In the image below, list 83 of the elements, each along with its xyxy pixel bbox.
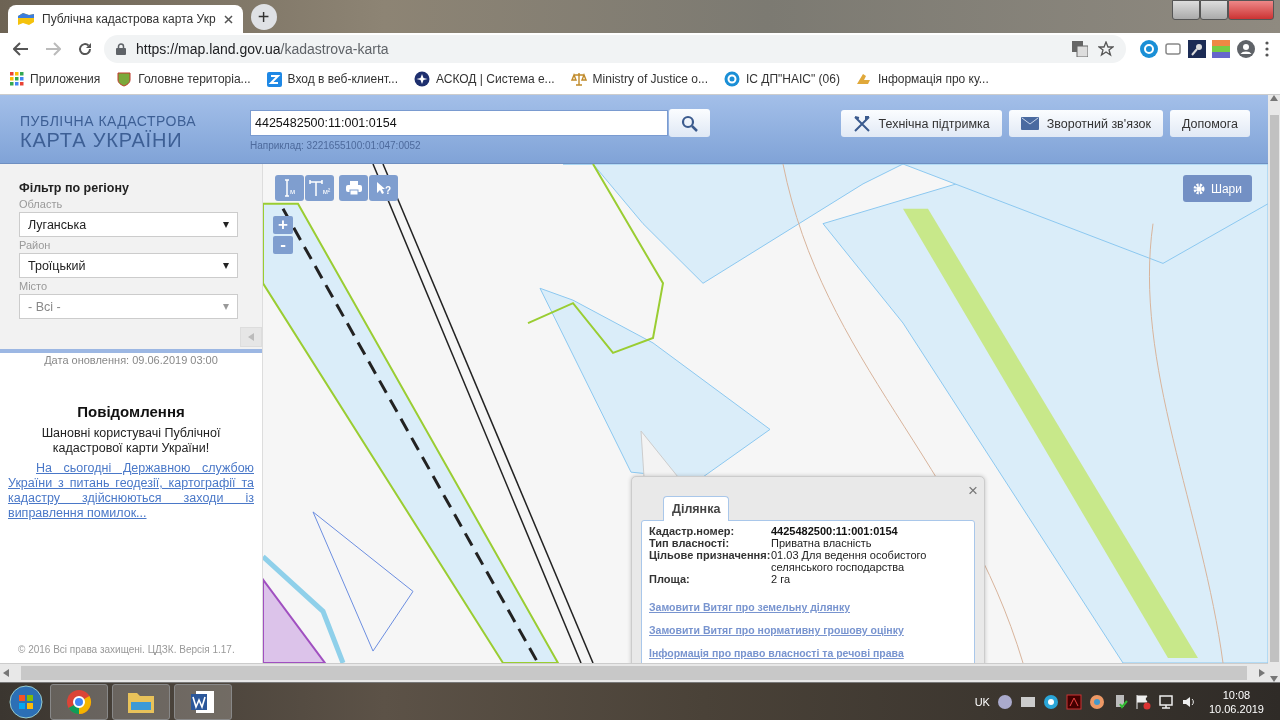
cursor-icon (375, 181, 385, 195)
notice-link[interactable]: На сьогодні Державною службою України з питань геодезії, картографії та кадастру здійснюються заходи із виправлення помилок... (8, 461, 254, 521)
area-ruler-icon (308, 179, 323, 197)
close-button[interactable]: × (968, 481, 978, 501)
taskbar-app[interactable] (174, 683, 232, 720)
map-icon (18, 13, 34, 25)
translate-icon[interactable] (1072, 40, 1088, 57)
new-tab-button[interactable]: + (250, 4, 277, 30)
tab-title: Публічна кадастрова карта Укр (42, 12, 216, 26)
field-value: 2 га (771, 573, 792, 585)
network-icon[interactable] (1157, 693, 1174, 710)
browser-tab[interactable]: Публічна кадастрова карта Укр (8, 5, 243, 33)
notice-text: Шановні користувачі Публічної кадастрової карти України! (40, 426, 222, 456)
bookmark-link[interactable]: Головне територіа... (138, 72, 251, 86)
update-date: Дата оновлення: 09.06.2019 03:00 (44, 354, 218, 366)
ruler-icon (283, 179, 290, 197)
popup-tab[interactable]: Ділянка (663, 496, 730, 521)
envelope-icon (1020, 117, 1039, 130)
profile-icon[interactable] (1236, 38, 1256, 59)
field-label: Цільове призначення: (649, 549, 771, 563)
logo-text: КАРТА УКРАЇНИ (20, 129, 184, 152)
extension-icon[interactable] (1188, 39, 1206, 58)
field-value: Приватна власність (771, 537, 873, 549)
logo-text: ПУБЛІЧНА КАДАСТРОВА (20, 113, 198, 129)
search-icon (681, 114, 698, 132)
document-icon (190, 688, 216, 715)
taskbar-app[interactable] (112, 683, 170, 720)
reload-icon[interactable] (78, 41, 92, 56)
hand-icon (855, 71, 872, 87)
header-button[interactable]: Зворотний зв'язок (1008, 110, 1163, 137)
gear-icon (1192, 182, 1205, 195)
header-button[interactable]: Допомога (1169, 110, 1250, 137)
field-value: 01.03 Для ведення особистого селянського господарства (771, 549, 928, 573)
notice-title: Повідомлення (77, 403, 185, 420)
language-indicator[interactable]: UK (974, 695, 990, 708)
apps-grid-icon (10, 72, 24, 86)
region-select[interactable]: Троїцький (19, 253, 238, 278)
scales-icon (570, 71, 587, 87)
minimize-button[interactable] (1172, 0, 1200, 20)
ring-icon (724, 71, 740, 87)
tray-icon[interactable] (1088, 693, 1105, 710)
field-label: Район (19, 239, 52, 251)
field-label: Площа: (649, 573, 691, 585)
field-label: Область (19, 198, 64, 210)
chrome-icon (66, 688, 92, 715)
field-label: Кадастр.номер: (649, 525, 736, 537)
start-button[interactable] (9, 684, 43, 719)
star-outline-icon[interactable] (1098, 40, 1114, 57)
search-field[interactable]: 4425482500:11:001:0154 (250, 110, 668, 136)
field-value: 4425482500:11:001:0154 (771, 525, 899, 537)
search-hint: Наприклад: 3221655100:01:047:0052 (250, 140, 422, 151)
print-button[interactable] (339, 175, 368, 201)
printer-icon (345, 181, 362, 195)
bookmark-link[interactable]: АСКОД | Система е... (436, 72, 555, 86)
scroll-right-icon[interactable] (1259, 669, 1265, 677)
filter-title: Фільтр по регіону (19, 181, 130, 195)
address-bar[interactable]: https://map.land.gov.ua/kadastrova-karta (104, 34, 1126, 63)
bookmark-link[interactable]: Інформація про ку... (877, 72, 989, 86)
bookmark-link[interactable]: Ministry of Justice o... (592, 72, 708, 86)
taskbar-app[interactable] (50, 683, 108, 720)
bookmark-link[interactable]: Приложения (30, 72, 101, 86)
maximize-button[interactable] (1200, 0, 1228, 20)
emblem-icon (116, 71, 133, 87)
header-button[interactable]: Технічна підтримка (840, 110, 1002, 137)
field-label: Місто (19, 280, 49, 292)
bookmark-link[interactable]: Вход в веб-клиент... (287, 72, 398, 86)
lock-icon (116, 42, 126, 55)
bookmark-link[interactable]: ІС ДП"НАІС" (06) (746, 72, 840, 86)
field-label: Тип власності: (649, 537, 731, 549)
close-icon[interactable] (223, 14, 233, 24)
search-button[interactable] (669, 109, 710, 137)
star-icon (414, 71, 430, 87)
flag-icon[interactable] (1134, 693, 1151, 710)
back-icon[interactable] (13, 41, 29, 56)
tools-icon (852, 114, 871, 133)
copyright-text: © 2016 Всі права захищені. ЦДЗК. Версія 1.17. (18, 644, 235, 655)
scroll-left-icon[interactable] (3, 669, 9, 677)
tray-icon[interactable] (996, 693, 1013, 710)
close-window-button[interactable] (1228, 0, 1274, 20)
region-select[interactable]: Луганська (19, 212, 238, 237)
tray-icon[interactable] (1042, 693, 1059, 710)
clock[interactable]: 10:08 10.06.2019 (1208, 687, 1264, 716)
square-icon (266, 71, 282, 87)
